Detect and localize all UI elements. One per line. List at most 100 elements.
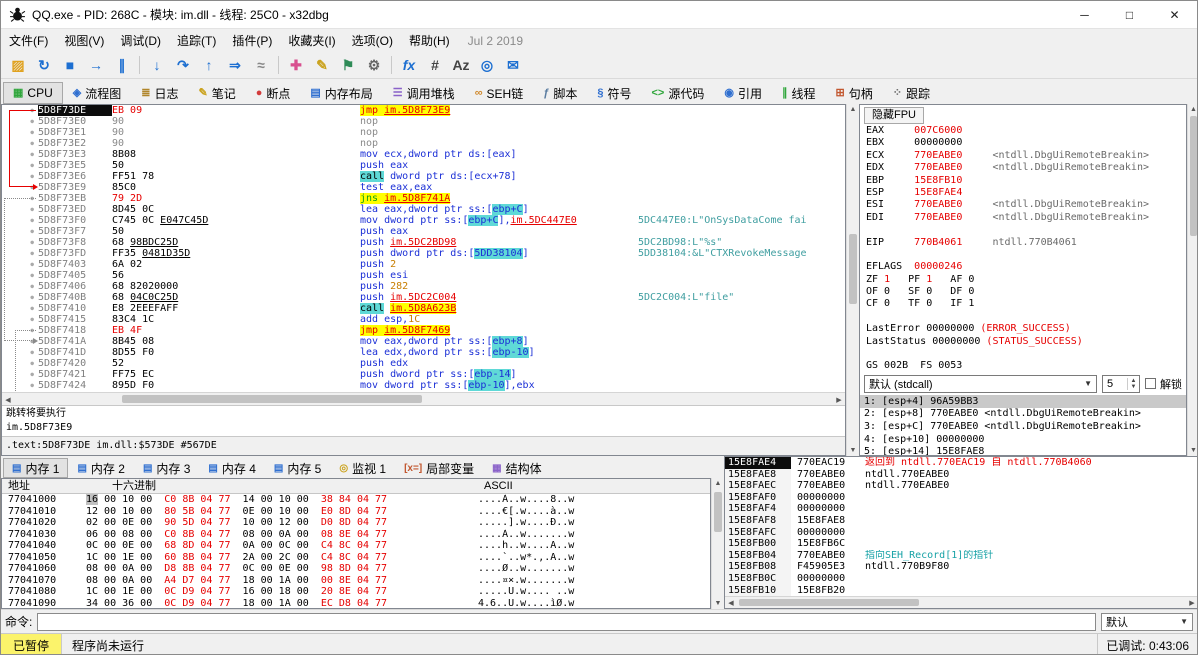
tab-memory-3[interactable]: ▤内存 3 — [134, 458, 199, 478]
disasm-row[interactable]: ●5D8F73F868 98BDC25Dpush im.5DC2BD985DC2… — [2, 237, 845, 248]
trace-record-button[interactable]: ≈ — [248, 54, 274, 77]
scroll-thumb[interactable] — [739, 599, 919, 606]
breakpoint-dot-icon[interactable]: ● — [2, 325, 38, 336]
tab-symbols[interactable]: §符号 — [587, 82, 641, 104]
breakpoint-dot-icon[interactable]: ● — [2, 149, 38, 160]
breakpoint-dot-icon[interactable]: ● — [2, 226, 38, 237]
tab-notes[interactable]: ✎笔记 — [188, 82, 245, 104]
breakpoint-dot-icon[interactable]: ● — [2, 182, 38, 193]
disasm-row[interactable]: ●5D8F740B68 04C0C25Dpush im.5DC2C0045DC2… — [2, 292, 845, 303]
disasm-row[interactable]: ●5D8F73E290nop — [2, 138, 845, 149]
register-row[interactable]: LastStatus 00000000 (STATUS_SUCCESS) — [866, 336, 1186, 348]
disasm-row[interactable]: ●5D8F73E190nop — [2, 127, 845, 138]
run-button[interactable]: → — [83, 54, 109, 77]
tab-memory-5[interactable]: ▤内存 5 — [265, 458, 330, 478]
registers-vscrollbar[interactable]: ▲ ▼ — [1187, 104, 1198, 456]
stack-row[interactable]: 15E8FB0C00000000 — [725, 573, 1198, 585]
argument-row[interactable]: 2: [esp+8] 770EABE0 <ntdll.DbgUiRemoteBr… — [860, 408, 1186, 421]
disasm-row[interactable]: ●5D8F7421FF75 ECpush dword ptr ss:[ebp-1… — [2, 369, 845, 380]
dump-row[interactable]: 7704102002 00 0E 00 90 5D 04 77 10 00 12… — [2, 517, 710, 529]
register-row[interactable] — [866, 348, 1186, 360]
breakpoint-dot-icon[interactable]: ● — [2, 248, 38, 259]
breakpoint-dot-icon[interactable]: ● — [2, 237, 38, 248]
tab-log[interactable]: ≣日志 — [131, 82, 188, 104]
disasm-row[interactable]: ●5D8F73E985C0test eax,eax — [2, 182, 845, 193]
tab-source[interactable]: <>源代码 — [642, 82, 715, 104]
stack-row[interactable]: 15E8FB1015E8FB20 — [725, 585, 1198, 596]
step-over-button[interactable]: ↷ — [170, 54, 196, 77]
argument-row[interactable]: 5: [esp+14] 15E8FAE8 — [860, 446, 1186, 456]
run-to-user-code-button[interactable]: ⇒ — [222, 54, 248, 77]
settings-button[interactable]: ⚙ — [361, 54, 387, 77]
argument-row[interactable]: 1: [esp+4] 96A59BB3 — [860, 396, 1186, 409]
tab-trace[interactable]: ⁘跟踪 — [883, 82, 940, 104]
calculator-button[interactable]: fx — [396, 54, 422, 77]
disassembly-hscrollbar[interactable]: ◀ ▶ — [2, 392, 845, 405]
register-row[interactable] — [866, 224, 1186, 236]
minimize-button[interactable]: ─ — [1062, 1, 1107, 28]
dump-row[interactable]: 7704103006 00 08 00 C0 8B 04 77 08 00 0A… — [2, 529, 710, 541]
breakpoint-dot-icon[interactable]: ● — [2, 105, 38, 116]
disasm-row[interactable]: ●5D8F7424895D F0mov dword ptr ss:[ebp-10… — [2, 380, 845, 391]
tab-struct[interactable]: ▦结构体 — [483, 458, 550, 478]
tab-graph[interactable]: ◈流程图 — [63, 82, 131, 104]
dump-row[interactable]: 7704101012 00 10 00 80 5B 04 77 0E 00 10… — [2, 506, 710, 518]
disasm-row[interactable]: ●5D8F73FDFF35 0481D35Dpush dword ptr ds:… — [2, 248, 845, 259]
open-file-button[interactable]: ▨ — [5, 54, 31, 77]
breakpoint-dot-icon[interactable]: ● — [2, 292, 38, 303]
search-button[interactable]: ◎ — [474, 54, 500, 77]
register-row[interactable]: EBP 15E8FB10 — [866, 175, 1186, 187]
dump-row[interactable]: 770410400C 00 0E 00 68 8D 04 77 0A 00 0C… — [2, 540, 710, 552]
menu-item[interactable]: 追踪(T) — [169, 29, 224, 52]
register-row[interactable]: EDX 770EABE0 <ntdll.DbgUiRemoteBreakin> — [866, 162, 1186, 174]
stack-row[interactable]: 15E8FAF400000000 — [725, 503, 1198, 515]
step-into-button[interactable]: ↓ — [144, 54, 170, 77]
register-row[interactable]: ECX 770EABE0 <ntdll.DbgUiRemoteBreakin> — [866, 150, 1186, 162]
calling-convention-select[interactable]: 默认 (stdcall) ▼ — [864, 375, 1097, 393]
crc-hash-button[interactable]: # — [422, 54, 448, 77]
strings-button[interactable]: Az — [448, 54, 474, 77]
patches-button[interactable]: ✚ — [283, 54, 309, 77]
register-row[interactable]: CF 0 TF 0 IF 1 — [866, 298, 1186, 310]
labels-button[interactable]: ⚑ — [335, 54, 361, 77]
dump-row[interactable]: 770410801C 00 1E 00 0C D9 04 77 16 00 18… — [2, 586, 710, 598]
breakpoint-dot-icon[interactable]: ● — [2, 270, 38, 281]
dump-row[interactable]: 7704100016 00 10 00 C0 8B 04 77 14 00 10… — [2, 494, 710, 506]
tab-call-stack[interactable]: ☰调用堆栈 — [383, 82, 465, 104]
stack-row[interactable]: 15E8FAFC00000000 — [725, 527, 1198, 539]
register-row[interactable]: ESI 770EABE0 <ntdll.DbgUiRemoteBreakin> — [866, 199, 1186, 211]
dump-row[interactable]: 7704106008 00 0A 00 D8 8B 04 77 0C 00 0E… — [2, 563, 710, 575]
breakpoint-dot-icon[interactable]: ● — [2, 347, 38, 358]
tab-script[interactable]: ƒ脚本 — [533, 82, 587, 104]
tab-breakpoints[interactable]: ●断点 — [246, 82, 301, 104]
pause-button[interactable]: ∥ — [109, 54, 135, 77]
menu-item[interactable]: 调试(D) — [112, 29, 169, 52]
breakpoint-dot-icon[interactable]: ● — [2, 171, 38, 182]
argument-row[interactable]: 4: [esp+10] 00000000 — [860, 434, 1186, 447]
stepper-arrows-icon[interactable]: ▲▼ — [1127, 378, 1139, 390]
tab-references[interactable]: ◉引用 — [714, 82, 772, 104]
command-profile-select[interactable]: 默认 ▼ — [1101, 613, 1193, 631]
disasm-row[interactable]: ●5D8F73E090nop — [2, 116, 845, 127]
checkbox-icon[interactable] — [1145, 378, 1156, 389]
disasm-row[interactable]: ●5D8F7418EB 4Fjmp im.5D8F7469 — [2, 325, 845, 336]
menu-item[interactable]: 选项(O) — [344, 29, 401, 52]
stop-debug-button[interactable]: ■ — [57, 54, 83, 77]
disasm-row[interactable]: ●5D8F741A8B45 08mov eax,dword ptr ss:[eb… — [2, 336, 845, 347]
scroll-up-icon[interactable]: ▲ — [847, 106, 859, 113]
register-row[interactable]: EAX 007C6000 — [866, 125, 1186, 137]
disasm-row[interactable]: ●5D8F73E38B08mov ecx,dword ptr ds:[eax] — [2, 149, 845, 160]
stack-row[interactable]: 15E8FAE8770EABE0ntdll.770EABE0 — [725, 469, 1198, 481]
dump-vscrollbar[interactable]: ▲ ▼ — [711, 478, 724, 609]
unlock-checkbox[interactable]: 解锁 — [1145, 376, 1182, 392]
scroll-right-icon[interactable]: ▶ — [1188, 599, 1196, 607]
menu-item[interactable]: 收藏夹(I) — [280, 29, 343, 52]
hide-fpu-button[interactable]: 隐藏FPU — [864, 107, 924, 124]
breakpoint-dot-icon[interactable]: ● — [2, 193, 38, 204]
dump-row[interactable]: 770410501C 00 1E 00 60 8B 04 77 2A 00 2C… — [2, 552, 710, 564]
register-row[interactable]: EFLAGS 00000246 — [866, 261, 1186, 273]
breakpoint-dot-icon[interactable]: ● — [2, 259, 38, 270]
breakpoint-dot-icon[interactable]: ● — [2, 303, 38, 314]
disasm-row[interactable]: ●5D8F73ED8D45 0Clea eax,dword ptr ss:[eb… — [2, 204, 845, 215]
breakpoint-dot-icon[interactable]: ● — [2, 127, 38, 138]
